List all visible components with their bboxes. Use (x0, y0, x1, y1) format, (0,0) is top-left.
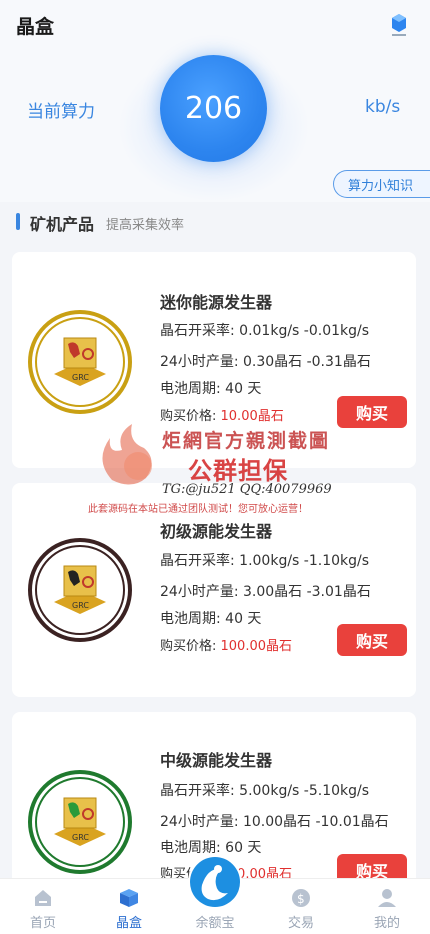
user-icon (378, 889, 396, 907)
product-rate: 晶石开采率: 0.01kg/s -0.01kg/s (160, 323, 370, 339)
buy-button[interactable]: 购买 (337, 396, 407, 428)
product-output: 24小时产量: 10.00晶石 -10.01晶石 (160, 814, 389, 830)
product-cycle: 电池周期: 60 天 (160, 840, 262, 856)
product-output: 24小时产量: 3.00晶石 -3.01晶石 (160, 584, 371, 600)
tab-label: 余额宝 (195, 916, 235, 931)
product-rate: 晶石开采率: 1.00kg/s -1.10kg/s (160, 553, 370, 569)
page-title: 晶盒 (16, 16, 55, 38)
hashrate-knowledge-button[interactable]: 算力小知识 (333, 170, 430, 198)
price-label: 购买价格: (160, 639, 221, 654)
tab-home[interactable]: 首页 (0, 879, 86, 934)
hashrate-label: 当前算力 (27, 102, 95, 122)
tab-mine[interactable]: 我的 (344, 879, 430, 934)
price-value: 10.00晶石 (220, 409, 284, 424)
hashrate-circle: 206 (160, 55, 267, 162)
hashrate-unit: kb/s (365, 97, 401, 117)
svg-text:GRC: GRC (72, 373, 89, 382)
buy-button[interactable]: 购买 (337, 624, 407, 656)
product-cycle: 电池周期: 40 天 (160, 381, 262, 397)
product-price: 购买价格: 10.00晶石 (160, 405, 284, 424)
tab-crystal-box[interactable]: 晶盒 (86, 879, 172, 934)
balance-fab[interactable] (188, 855, 242, 909)
cube-icon (120, 889, 138, 907)
section-title: 矿机产品 (30, 215, 95, 234)
product-cycle: 电池周期: 40 天 (160, 611, 262, 627)
tab-label: 首页 (29, 916, 56, 931)
product-price: 购买价格: 100.00晶石 (160, 635, 292, 654)
dollar-icon: $ (292, 889, 310, 907)
price-value: 100.00晶石 (220, 639, 293, 654)
balance-icon (190, 857, 240, 907)
home-icon (35, 890, 51, 906)
product-output: 24小时产量: 0.30晶石 -0.31晶石 (160, 354, 371, 370)
tab-label: 我的 (373, 916, 400, 931)
svg-text:GRC: GRC (72, 833, 89, 842)
grc-map-icon: GRC (54, 337, 106, 386)
price-label: 购买价格: (160, 409, 221, 424)
tab-label: 交易 (287, 916, 314, 931)
section-subtitle: 提高采集效率 (106, 218, 185, 233)
header: 晶盒 (0, 0, 430, 52)
tab-label: 晶盒 (115, 916, 142, 931)
product-name: 迷你能源发生器 (160, 293, 273, 312)
product-name: 中级源能发生器 (160, 751, 273, 770)
svg-text:$: $ (297, 892, 305, 906)
grc-map-icon: GRC (54, 797, 106, 846)
hashrate-value: 206 (184, 91, 243, 126)
crystal-logo-icon[interactable] (390, 12, 408, 38)
tab-trade[interactable]: $ 交易 (258, 879, 344, 934)
product-card-mini: GRC 迷你能源发生器 晶石开采率: 0.01kg/s -0.01kg/s 24… (12, 252, 416, 468)
grc-map-icon: GRC (54, 565, 106, 614)
section-marker (16, 213, 20, 230)
product-logo: GRC (28, 770, 132, 874)
product-card-basic: GRC 初级源能发生器 晶石开采率: 1.00kg/s -1.10kg/s 24… (12, 483, 416, 697)
product-name: 初级源能发生器 (160, 522, 273, 541)
hashrate-panel: 当前算力 206 kb/s 算力小知识 (0, 52, 430, 202)
product-logo: GRC (28, 310, 132, 414)
product-rate: 晶石开采率: 5.00kg/s -5.10kg/s (160, 783, 370, 799)
product-logo: GRC (28, 538, 132, 642)
svg-text:GRC: GRC (72, 601, 89, 610)
